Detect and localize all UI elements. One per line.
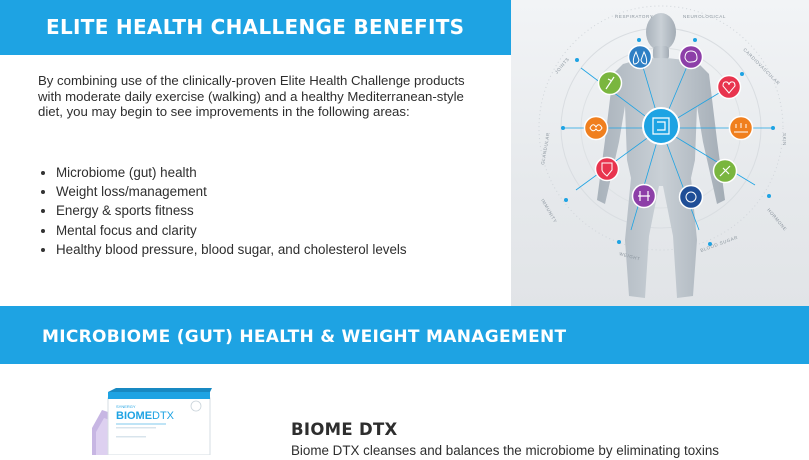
product-name-part1: BIOME [116,410,152,422]
benefits-banner: ELITE HEALTH CHALLENGE BENEFITS [0,0,511,55]
product-brand: SYNERGY [116,404,136,409]
blood-sugar-icon [678,184,704,210]
label-cardiovascular: CARDIOVASCULAR [742,47,781,86]
benefits-list: Microbiome (gut) health Weight loss/mana… [38,163,407,259]
benefit-item: Weight loss/management [38,182,407,201]
benefit-item: Healthy blood pressure, blood sugar, and… [38,240,407,259]
label-immunity: IMMUNITY [540,198,558,224]
label-hormone: HORMONE [766,207,788,231]
brain-icon [678,44,704,70]
weight-icon [631,183,657,209]
benefit-item: Microbiome (gut) health [38,163,407,182]
product-box-icon: SYNERGY BIOME DTX [92,388,212,456]
product-description: Biome DTX cleanses and balances the micr… [291,443,719,458]
label-glandular: GLANDULAR [540,132,551,165]
biome-dtx-product-image: SYNERGY BIOME DTX [92,388,212,456]
label-neurological: NEUROLOGICAL [683,14,726,19]
body-systems-illustration: RESPIRATORY NEUROLOGICAL CARDIOVASCULAR … [538,5,788,298]
glandular-icon [583,115,609,141]
benefit-item: Mental focus and clarity [38,221,407,240]
intro-paragraph: By combining use of the clinically-prove… [38,73,465,119]
section-banner: MICROBIOME (GUT) HEALTH & WEIGHT MANAGEM… [0,306,809,364]
skin-icon [728,115,754,141]
benefits-title: ELITE HEALTH CHALLENGE BENEFITS [46,15,465,39]
hormone-icon [712,158,738,184]
label-blood-sugar: BLOOD SUGAR [700,235,739,253]
product-name-part2: DTX [152,410,175,422]
joints-icon [597,70,623,96]
heart-icon [716,74,742,100]
label-skin: SKIN [782,133,787,146]
immunity-icon [594,156,620,182]
lungs-icon [627,44,653,70]
benefit-item: Energy & sports fitness [38,201,407,220]
section-title: MICROBIOME (GUT) HEALTH & WEIGHT MANAGEM… [42,327,567,347]
product-title: BIOME DTX [291,420,398,439]
body-systems-figure: RESPIRATORY NEUROLOGICAL CARDIOVASCULAR … [511,0,809,306]
gut-icon [642,107,680,145]
label-respiratory: RESPIRATORY [615,14,653,19]
